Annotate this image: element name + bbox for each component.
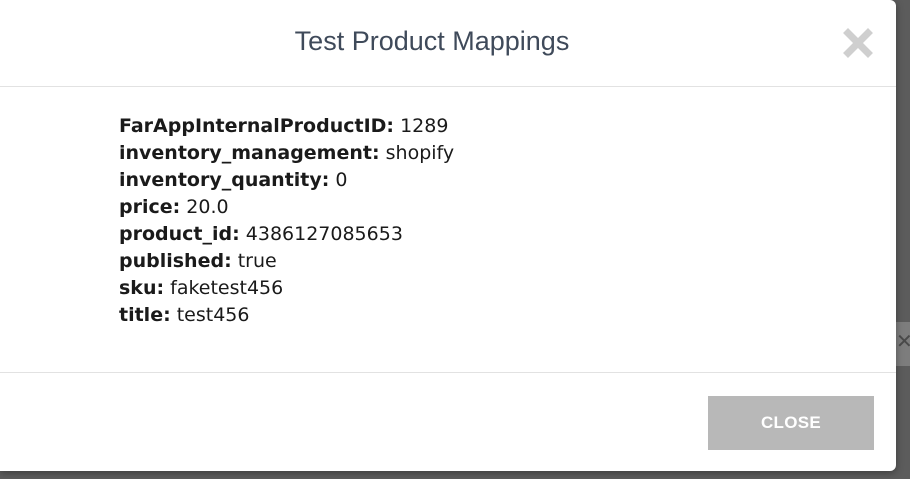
field-key: sku: bbox=[119, 277, 165, 299]
background-close-icon: ✕ bbox=[896, 329, 910, 353]
field-key: inventory_management: bbox=[119, 142, 380, 164]
field-value: true bbox=[237, 250, 277, 272]
dialog-footer: CLOSE bbox=[0, 372, 896, 472]
field-value: 20.0 bbox=[186, 196, 229, 218]
test-product-mappings-dialog: Test Product Mappings FarAppInternalProd… bbox=[0, 0, 896, 471]
field-row-inventory-management: inventory_management: shopify bbox=[119, 140, 454, 167]
field-row-product-id: product_id: 4386127085653 bbox=[119, 221, 454, 248]
close-x-icon[interactable] bbox=[841, 26, 875, 60]
field-key: product_id: bbox=[119, 223, 240, 245]
field-row-sku: sku: faketest456 bbox=[119, 275, 454, 302]
dialog-title: Test Product Mappings bbox=[294, 26, 570, 56]
field-key: published: bbox=[119, 250, 232, 272]
field-key: price: bbox=[119, 196, 181, 218]
field-value: test456 bbox=[176, 304, 250, 326]
field-value: 0 bbox=[335, 169, 348, 191]
mapping-fields-list: FarAppInternalProductID: 1289 inventory_… bbox=[119, 113, 454, 329]
field-key: FarAppInternalProductID: bbox=[119, 115, 395, 137]
field-row-price: price: 20.0 bbox=[119, 194, 454, 221]
dialog-body: FarAppInternalProductID: 1289 inventory_… bbox=[0, 87, 896, 372]
field-row-farappinternalproductid: FarAppInternalProductID: 1289 bbox=[119, 113, 454, 140]
field-row-published: published: true bbox=[119, 248, 454, 275]
field-row-inventory-quantity: inventory_quantity: 0 bbox=[119, 167, 454, 194]
field-key: title: bbox=[119, 304, 171, 326]
field-key: inventory_quantity: bbox=[119, 169, 330, 191]
close-button[interactable]: CLOSE bbox=[708, 396, 874, 450]
field-value: 4386127085653 bbox=[245, 223, 403, 245]
dialog-header: Test Product Mappings bbox=[0, 0, 896, 87]
field-value: faketest456 bbox=[170, 277, 284, 299]
field-row-title: title: test456 bbox=[119, 302, 454, 329]
field-value: 1289 bbox=[400, 115, 449, 137]
field-value: shopify bbox=[385, 142, 455, 164]
